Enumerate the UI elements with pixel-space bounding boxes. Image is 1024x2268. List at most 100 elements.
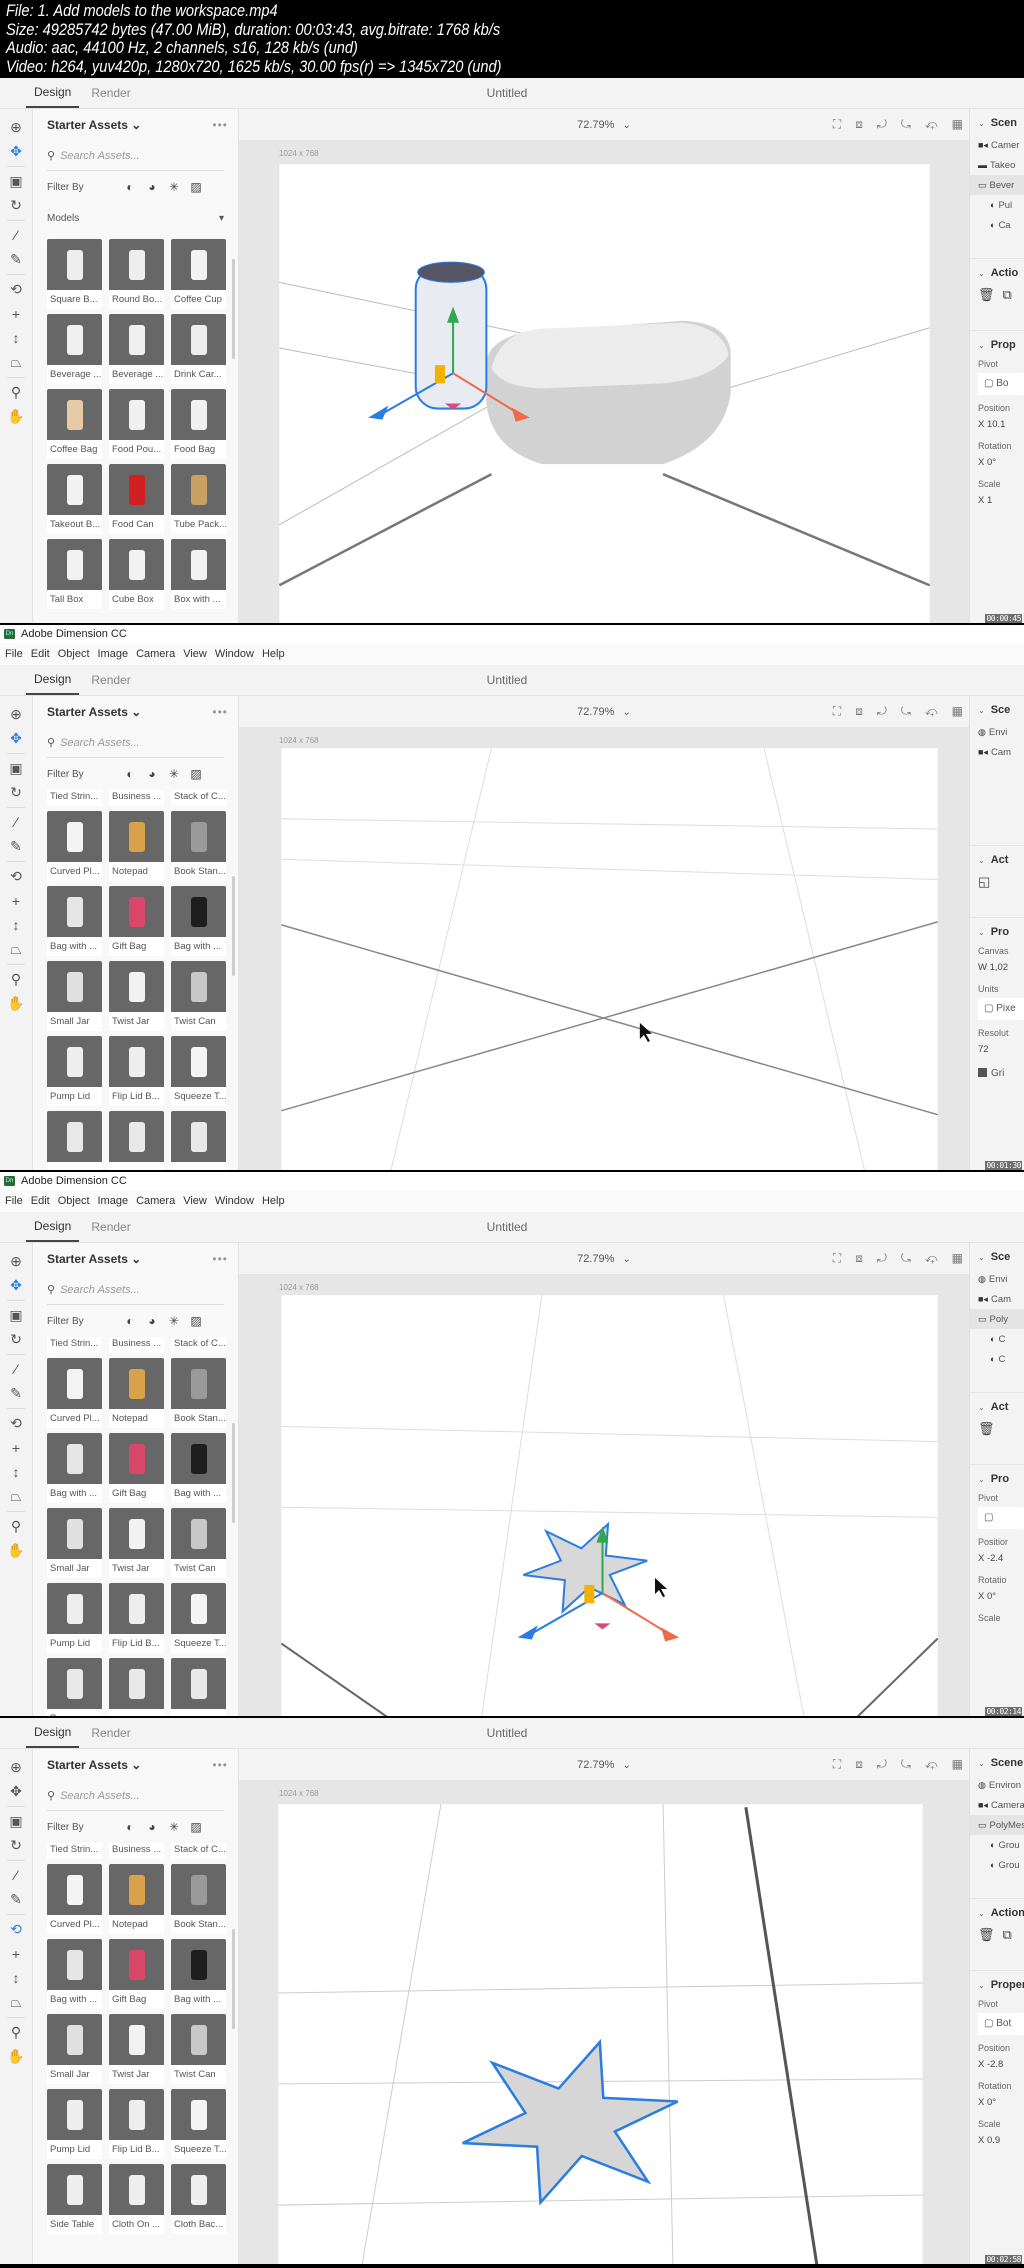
light-icon[interactable]: ✳ [163, 180, 185, 194]
models-section-header[interactable]: Models ▾ [33, 203, 238, 233]
rotate-x-icon[interactable]: ⤾ [877, 1251, 887, 1266]
asset-tile[interactable]: Gift Bag [109, 1433, 164, 1503]
perspective-tool-icon[interactable]: ⏢ [4, 351, 28, 375]
align-icon[interactable]: ⧈ [855, 1251, 863, 1266]
hand-tool-icon[interactable]: ✋ [4, 405, 28, 429]
scene-item[interactable]: ▬ Takeo [978, 155, 1024, 175]
material-icon[interactable]: ◐ [119, 1820, 141, 1834]
perspective-tool-icon[interactable]: ⏢ [4, 938, 28, 962]
asset-tile[interactable]: Food Pou... [109, 389, 164, 459]
asset-tile[interactable]: Pump ... [47, 1658, 102, 1716]
asset-tile[interactable]: Notepad [109, 1864, 164, 1934]
asset-tile[interactable]: Flip Lid B... [109, 2089, 164, 2159]
scene-item[interactable]: ◐ C [978, 1349, 1024, 1369]
asset-tile[interactable]: Pump Lid [47, 1036, 102, 1106]
orbit-tool-icon[interactable]: ⟲ [4, 1411, 28, 1435]
asset-tile[interactable]: Pump Lid [47, 1583, 102, 1653]
eyedropper-tool-icon[interactable]: ✎ [4, 248, 28, 272]
frame-tool-icon[interactable]: ▣ [4, 169, 28, 193]
menu-image[interactable]: Image [98, 1195, 129, 1207]
asset-tile[interactable]: Business ... [109, 1843, 164, 1859]
asset-tile[interactable]: Pump Lid [47, 2089, 102, 2159]
asset-tile[interactable]: Cloth On ... [109, 2164, 164, 2234]
property-select[interactable]: ▢ Pixe [978, 998, 1024, 1020]
asset-tile[interactable]: Beverage ... [47, 314, 102, 384]
material-icon[interactable]: ◐ [119, 180, 141, 194]
align-icon[interactable]: ⧈ [855, 117, 863, 132]
property-input[interactable]: X 1 [978, 495, 1024, 509]
orbit-tool-icon[interactable]: ⟲ [4, 864, 28, 888]
dolly-tool-icon[interactable]: ↕ [4, 326, 28, 350]
image-icon[interactable]: ▨ [185, 767, 207, 781]
starter-assets-dropdown[interactable]: Starter Assets ⌄ [47, 1758, 141, 1772]
asset-tile[interactable]: Cloth Bac... [171, 2164, 226, 2234]
property-input[interactable]: 72 [978, 1044, 1024, 1058]
more-options-button[interactable]: ••• [212, 1758, 228, 1772]
asset-tile[interactable]: Coffee Cup [171, 239, 226, 309]
dolly-tool-icon[interactable]: ↕ [4, 1460, 28, 1484]
orbit-tool-icon[interactable]: ⟲ [4, 277, 28, 301]
property-input[interactable]: X 0.9 [978, 2135, 1024, 2149]
light-sphere-icon[interactable]: ◕ [141, 767, 163, 781]
asset-tile[interactable]: Stack of C... [171, 1843, 226, 1859]
assets-scrollbar[interactable] [232, 876, 235, 976]
canvas-resize-icon[interactable]: ◱ [978, 874, 990, 890]
asset-tile[interactable]: Squeeze T... [171, 2089, 226, 2159]
asset-tile[interactable]: Small Jar [47, 1508, 102, 1578]
property-input[interactable]: X 0° [978, 1591, 1024, 1605]
scene-item[interactable]: ◐ Grou [978, 1855, 1024, 1875]
asset-tile[interactable]: Tied Strin... [47, 1843, 102, 1859]
image-icon[interactable]: ▨ [185, 180, 207, 194]
more-options-button[interactable]: ••• [212, 705, 228, 719]
asset-tile[interactable]: Book Stan... [171, 1358, 226, 1428]
select-tool-icon[interactable]: ✥ [4, 1274, 28, 1298]
asset-tile[interactable]: Twist Jar [109, 2014, 164, 2084]
properties-header[interactable]: ⌄ Proper [978, 1979, 1024, 1991]
actions-header[interactable]: ⌄ Act [978, 1401, 1024, 1413]
dolly-tool-icon[interactable]: ↕ [4, 1966, 28, 1990]
scene-item[interactable]: ◐ C [978, 1329, 1024, 1349]
render-preview-icon[interactable]: ▦ [952, 1757, 963, 1772]
asset-tile[interactable]: Stack of C... [171, 1337, 226, 1353]
align-icon[interactable]: ⧈ [855, 704, 863, 719]
asset-tile[interactable]: Tube Pack... [171, 464, 226, 534]
property-select[interactable]: ▢ [978, 1507, 1024, 1529]
scene-item[interactable]: ◐ Grou [978, 1835, 1024, 1855]
scene-header[interactable]: ⌄ Sce [978, 704, 1024, 716]
light-sphere-icon[interactable]: ◕ [141, 180, 163, 194]
render-preview-icon[interactable]: ▦ [952, 704, 963, 719]
fit-icon[interactable]: ⛶ [833, 1251, 841, 1266]
rotate-y-icon[interactable]: ⤿ [901, 1251, 911, 1266]
pan-tool-icon[interactable]: + [4, 302, 28, 326]
dolly-tool-icon[interactable]: ↕ [4, 913, 28, 937]
property-input[interactable]: X 0° [978, 2097, 1024, 2111]
property-select[interactable]: ▢ Bo [978, 373, 1024, 395]
asset-tile[interactable]: Bag with ... [171, 886, 226, 956]
scene-item[interactable]: ◐ Pul [978, 195, 1024, 215]
rotate-tool-icon[interactable]: ↻ [4, 781, 28, 805]
asset-tile[interactable]: Small Jar [47, 2014, 102, 2084]
frame-tool-icon[interactable]: ▣ [4, 1303, 28, 1327]
pan-tool-icon[interactable]: + [4, 889, 28, 913]
actions-header[interactable]: ⌄ Actio [978, 267, 1024, 279]
tab-design[interactable]: Design [26, 1718, 80, 1748]
menu-window[interactable]: Window [215, 648, 254, 660]
menu-object[interactable]: Object [58, 1195, 90, 1207]
asset-tile[interactable] [171, 1658, 226, 1716]
scene-header[interactable]: ⌄ Sce [978, 1251, 1024, 1263]
asset-tile[interactable]: Book Stan... [171, 811, 226, 881]
material-icon[interactable]: ◐ [119, 1314, 141, 1328]
asset-tile[interactable]: Food Bag [171, 389, 226, 459]
add-tool-icon[interactable]: ⊕ [4, 1755, 28, 1779]
rotate-z-icon[interactable]: ⤽ [925, 1757, 938, 1772]
image-icon[interactable]: ▨ [185, 1820, 207, 1834]
asset-tile[interactable]: Round Bo... [109, 239, 164, 309]
rotate-y-icon[interactable]: ⤿ [901, 117, 911, 132]
material-icon[interactable]: ◐ [119, 767, 141, 781]
zoom-tool-icon[interactable]: ⚲ [4, 380, 28, 404]
tab-design[interactable]: Design [26, 1212, 80, 1242]
starter-assets-dropdown[interactable]: Starter Assets ⌄ [47, 705, 141, 719]
pan-tool-icon[interactable]: + [4, 1436, 28, 1460]
asset-tile[interactable]: Business ... [109, 790, 164, 806]
zoom-tool-icon[interactable]: ⚲ [4, 2020, 28, 2044]
